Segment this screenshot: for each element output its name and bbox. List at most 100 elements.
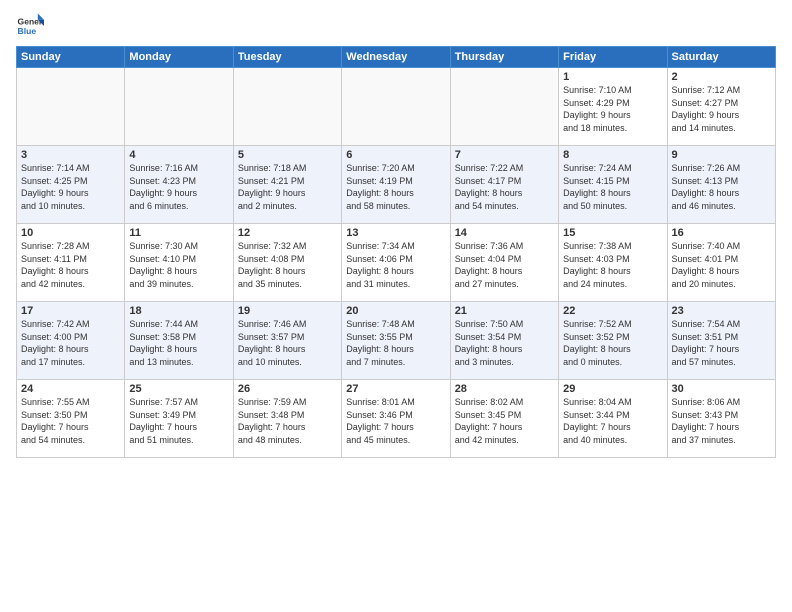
day-info: Sunrise: 7:24 AM Sunset: 4:15 PM Dayligh… [563, 162, 662, 212]
calendar-cell: 4Sunrise: 7:16 AM Sunset: 4:23 PM Daylig… [125, 146, 233, 224]
day-info: Sunrise: 7:26 AM Sunset: 4:13 PM Dayligh… [672, 162, 771, 212]
day-number: 30 [672, 383, 771, 395]
day-info: Sunrise: 7:10 AM Sunset: 4:29 PM Dayligh… [563, 84, 662, 134]
day-number: 23 [672, 305, 771, 317]
day-number: 5 [238, 149, 337, 161]
day-number: 14 [455, 227, 554, 239]
day-info: Sunrise: 7:32 AM Sunset: 4:08 PM Dayligh… [238, 240, 337, 290]
calendar-cell: 14Sunrise: 7:36 AM Sunset: 4:04 PM Dayli… [450, 224, 558, 302]
logo: General Blue [16, 12, 44, 40]
weekday-saturday: Saturday [667, 47, 775, 68]
calendar-cell: 26Sunrise: 7:59 AM Sunset: 3:48 PM Dayli… [233, 380, 341, 458]
calendar-cell: 27Sunrise: 8:01 AM Sunset: 3:46 PM Dayli… [342, 380, 450, 458]
calendar-cell: 2Sunrise: 7:12 AM Sunset: 4:27 PM Daylig… [667, 68, 775, 146]
calendar-cell: 21Sunrise: 7:50 AM Sunset: 3:54 PM Dayli… [450, 302, 558, 380]
calendar-week-5: 24Sunrise: 7:55 AM Sunset: 3:50 PM Dayli… [17, 380, 776, 458]
day-info: Sunrise: 7:12 AM Sunset: 4:27 PM Dayligh… [672, 84, 771, 134]
day-info: Sunrise: 7:48 AM Sunset: 3:55 PM Dayligh… [346, 318, 445, 368]
calendar-cell: 11Sunrise: 7:30 AM Sunset: 4:10 PM Dayli… [125, 224, 233, 302]
day-info: Sunrise: 8:06 AM Sunset: 3:43 PM Dayligh… [672, 396, 771, 446]
weekday-monday: Monday [125, 47, 233, 68]
svg-text:Blue: Blue [18, 26, 37, 36]
day-info: Sunrise: 7:57 AM Sunset: 3:49 PM Dayligh… [129, 396, 228, 446]
calendar-cell: 17Sunrise: 7:42 AM Sunset: 4:00 PM Dayli… [17, 302, 125, 380]
weekday-sunday: Sunday [17, 47, 125, 68]
day-info: Sunrise: 7:28 AM Sunset: 4:11 PM Dayligh… [21, 240, 120, 290]
calendar-cell: 25Sunrise: 7:57 AM Sunset: 3:49 PM Dayli… [125, 380, 233, 458]
day-info: Sunrise: 7:18 AM Sunset: 4:21 PM Dayligh… [238, 162, 337, 212]
calendar-cell: 28Sunrise: 8:02 AM Sunset: 3:45 PM Dayli… [450, 380, 558, 458]
day-info: Sunrise: 7:46 AM Sunset: 3:57 PM Dayligh… [238, 318, 337, 368]
weekday-friday: Friday [559, 47, 667, 68]
day-info: Sunrise: 7:22 AM Sunset: 4:17 PM Dayligh… [455, 162, 554, 212]
calendar-cell: 29Sunrise: 8:04 AM Sunset: 3:44 PM Dayli… [559, 380, 667, 458]
calendar-cell: 6Sunrise: 7:20 AM Sunset: 4:19 PM Daylig… [342, 146, 450, 224]
day-info: Sunrise: 7:42 AM Sunset: 4:00 PM Dayligh… [21, 318, 120, 368]
calendar-cell: 1Sunrise: 7:10 AM Sunset: 4:29 PM Daylig… [559, 68, 667, 146]
calendar-week-1: 1Sunrise: 7:10 AM Sunset: 4:29 PM Daylig… [17, 68, 776, 146]
calendar-cell: 13Sunrise: 7:34 AM Sunset: 4:06 PM Dayli… [342, 224, 450, 302]
day-number: 4 [129, 149, 228, 161]
calendar-cell: 18Sunrise: 7:44 AM Sunset: 3:58 PM Dayli… [125, 302, 233, 380]
day-number: 22 [563, 305, 662, 317]
day-number: 10 [21, 227, 120, 239]
day-number: 1 [563, 71, 662, 83]
day-info: Sunrise: 7:30 AM Sunset: 4:10 PM Dayligh… [129, 240, 228, 290]
day-number: 24 [21, 383, 120, 395]
logo-icon: General Blue [16, 12, 44, 40]
day-number: 19 [238, 305, 337, 317]
calendar-cell: 7Sunrise: 7:22 AM Sunset: 4:17 PM Daylig… [450, 146, 558, 224]
day-number: 28 [455, 383, 554, 395]
day-number: 25 [129, 383, 228, 395]
calendar-cell: 24Sunrise: 7:55 AM Sunset: 3:50 PM Dayli… [17, 380, 125, 458]
day-number: 18 [129, 305, 228, 317]
day-number: 6 [346, 149, 445, 161]
day-info: Sunrise: 7:50 AM Sunset: 3:54 PM Dayligh… [455, 318, 554, 368]
day-info: Sunrise: 7:52 AM Sunset: 3:52 PM Dayligh… [563, 318, 662, 368]
day-info: Sunrise: 7:34 AM Sunset: 4:06 PM Dayligh… [346, 240, 445, 290]
calendar-cell: 22Sunrise: 7:52 AM Sunset: 3:52 PM Dayli… [559, 302, 667, 380]
calendar-cell: 23Sunrise: 7:54 AM Sunset: 3:51 PM Dayli… [667, 302, 775, 380]
day-number: 11 [129, 227, 228, 239]
weekday-thursday: Thursday [450, 47, 558, 68]
day-info: Sunrise: 7:40 AM Sunset: 4:01 PM Dayligh… [672, 240, 771, 290]
calendar-cell [450, 68, 558, 146]
day-info: Sunrise: 7:20 AM Sunset: 4:19 PM Dayligh… [346, 162, 445, 212]
day-info: Sunrise: 7:14 AM Sunset: 4:25 PM Dayligh… [21, 162, 120, 212]
day-number: 20 [346, 305, 445, 317]
day-number: 9 [672, 149, 771, 161]
calendar-table: SundayMondayTuesdayWednesdayThursdayFrid… [16, 46, 776, 458]
calendar-cell [17, 68, 125, 146]
day-info: Sunrise: 7:54 AM Sunset: 3:51 PM Dayligh… [672, 318, 771, 368]
calendar-week-2: 3Sunrise: 7:14 AM Sunset: 4:25 PM Daylig… [17, 146, 776, 224]
day-info: Sunrise: 8:02 AM Sunset: 3:45 PM Dayligh… [455, 396, 554, 446]
calendar-cell: 16Sunrise: 7:40 AM Sunset: 4:01 PM Dayli… [667, 224, 775, 302]
day-number: 21 [455, 305, 554, 317]
calendar-cell: 3Sunrise: 7:14 AM Sunset: 4:25 PM Daylig… [17, 146, 125, 224]
calendar-week-3: 10Sunrise: 7:28 AM Sunset: 4:11 PM Dayli… [17, 224, 776, 302]
day-number: 13 [346, 227, 445, 239]
day-number: 29 [563, 383, 662, 395]
calendar-cell: 10Sunrise: 7:28 AM Sunset: 4:11 PM Dayli… [17, 224, 125, 302]
calendar-cell [233, 68, 341, 146]
calendar-week-4: 17Sunrise: 7:42 AM Sunset: 4:00 PM Dayli… [17, 302, 776, 380]
day-info: Sunrise: 8:04 AM Sunset: 3:44 PM Dayligh… [563, 396, 662, 446]
day-info: Sunrise: 7:55 AM Sunset: 3:50 PM Dayligh… [21, 396, 120, 446]
calendar-cell: 9Sunrise: 7:26 AM Sunset: 4:13 PM Daylig… [667, 146, 775, 224]
calendar-cell: 19Sunrise: 7:46 AM Sunset: 3:57 PM Dayli… [233, 302, 341, 380]
day-number: 7 [455, 149, 554, 161]
weekday-wednesday: Wednesday [342, 47, 450, 68]
calendar-cell: 8Sunrise: 7:24 AM Sunset: 4:15 PM Daylig… [559, 146, 667, 224]
day-info: Sunrise: 7:44 AM Sunset: 3:58 PM Dayligh… [129, 318, 228, 368]
day-info: Sunrise: 7:16 AM Sunset: 4:23 PM Dayligh… [129, 162, 228, 212]
calendar-cell [342, 68, 450, 146]
calendar-cell: 5Sunrise: 7:18 AM Sunset: 4:21 PM Daylig… [233, 146, 341, 224]
calendar-cell: 12Sunrise: 7:32 AM Sunset: 4:08 PM Dayli… [233, 224, 341, 302]
calendar-cell: 30Sunrise: 8:06 AM Sunset: 3:43 PM Dayli… [667, 380, 775, 458]
day-number: 16 [672, 227, 771, 239]
day-number: 2 [672, 71, 771, 83]
day-number: 27 [346, 383, 445, 395]
day-number: 3 [21, 149, 120, 161]
day-number: 8 [563, 149, 662, 161]
calendar-cell [125, 68, 233, 146]
